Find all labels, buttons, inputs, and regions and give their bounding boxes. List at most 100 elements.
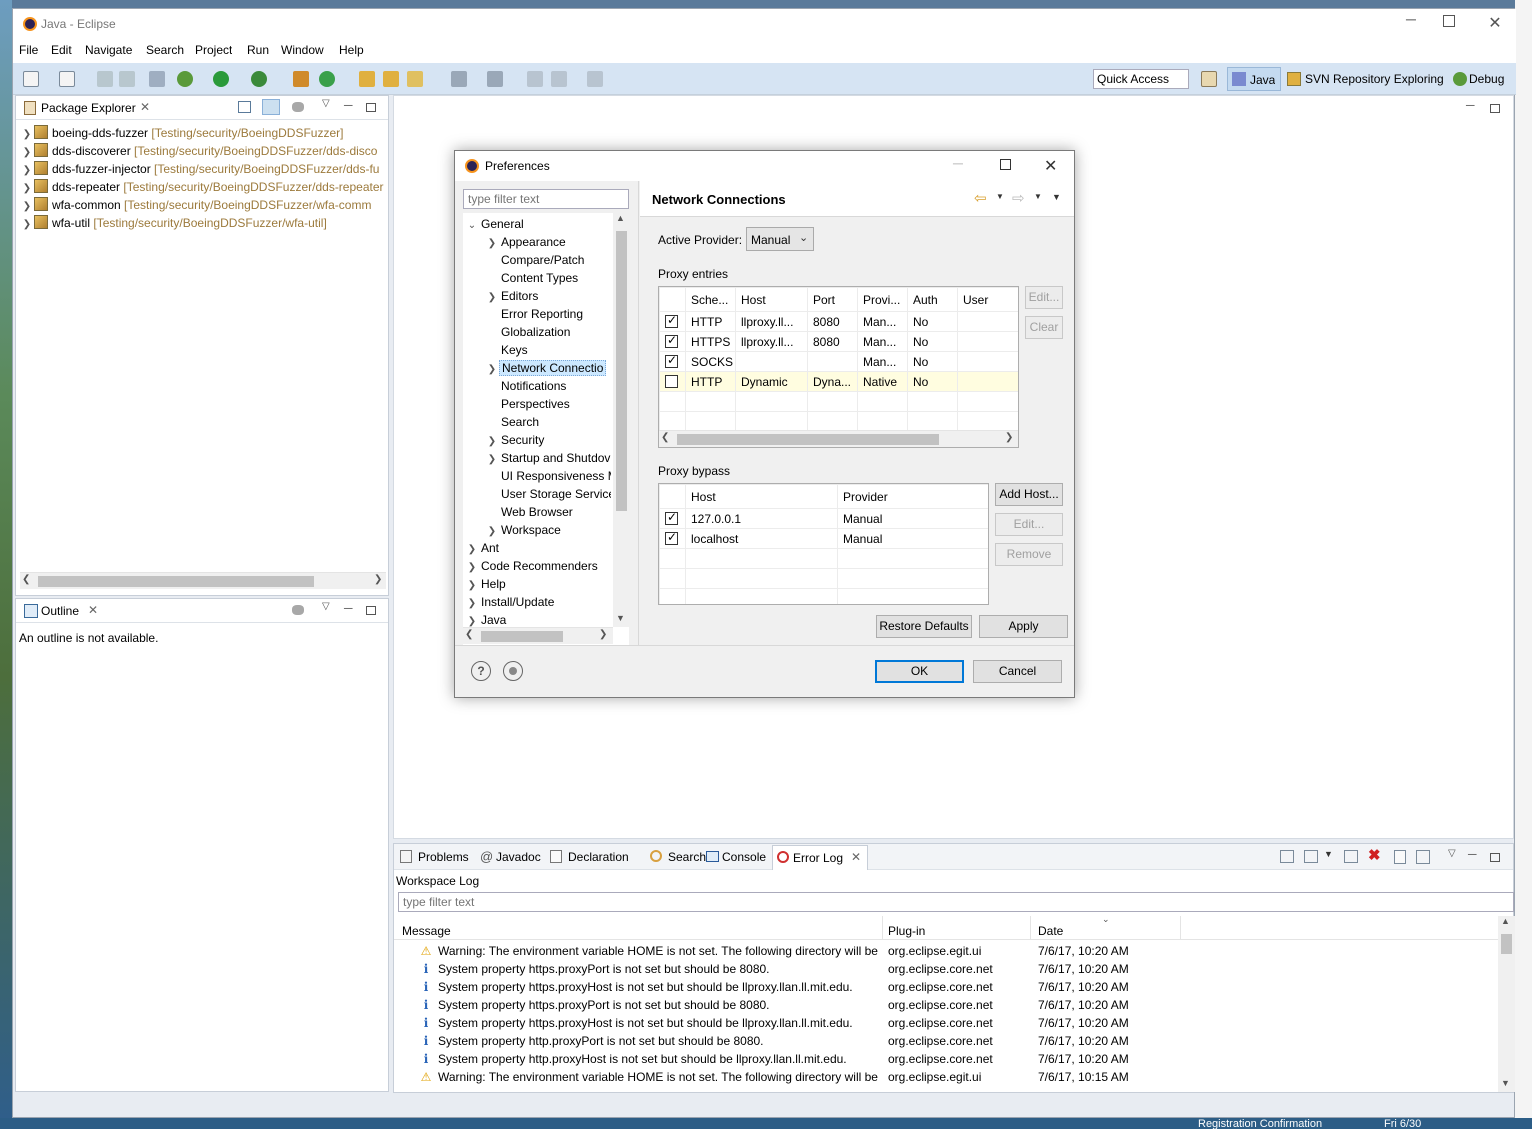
pref-tree-thumb[interactable] <box>616 231 627 511</box>
import-log-icon[interactable] <box>1304 850 1318 863</box>
project-item[interactable]: ❯ wfa-util [Testing/security/BoeingDDSFuz… <box>20 214 327 232</box>
pref-tree-item[interactable]: ❯ Appearance <box>485 233 568 251</box>
pref-tree-item[interactable]: ❯ Code Recommenders <box>465 557 600 575</box>
menu-project[interactable]: Project <box>195 43 232 57</box>
bypass-row[interactable]: 127.0.0.1Manual <box>659 508 988 529</box>
back-icon[interactable] <box>551 71 567 87</box>
col-plugin[interactable]: Plug-in <box>888 924 925 938</box>
menu-run[interactable]: Run <box>247 43 269 57</box>
focus-outline-icon[interactable] <box>292 605 304 615</box>
taskbar-item[interactable]: Registration Confirmation <box>1198 1118 1322 1129</box>
bottom-view-menu-icon[interactable]: ▽ <box>1448 848 1456 859</box>
tab-declaration[interactable]: Declaration <box>548 846 644 868</box>
proxy-scroll-thumb[interactable] <box>677 434 939 445</box>
focus-icon[interactable] <box>292 102 304 112</box>
proxy-row[interactable]: SOCKS Man...No <box>659 351 1018 372</box>
back-nav-icon[interactable]: ⇦ <box>974 189 987 207</box>
run-external-icon[interactable] <box>251 71 267 87</box>
menu-search[interactable]: Search <box>146 43 184 57</box>
pref-tree-item[interactable]: Content Types <box>485 269 580 287</box>
pref-scroll-up-icon[interactable]: ▲ <box>616 213 625 223</box>
col-user[interactable]: User <box>957 287 1018 312</box>
proxy-checkbox[interactable] <box>665 374 678 388</box>
pref-tree-item[interactable]: Keys <box>485 341 530 359</box>
pref-scroll-right-icon[interactable]: ❯ <box>599 629 607 640</box>
open-type-icon[interactable] <box>359 71 375 87</box>
log-row[interactable]: ⚠ Warning: The environment variable HOME … <box>394 942 1498 960</box>
forward-dropdown-icon[interactable]: ▼ <box>1034 192 1042 201</box>
outline-tab[interactable]: Outline ✕ <box>18 600 104 622</box>
scroll-right-icon[interactable]: ❯ <box>374 574 382 585</box>
prev-annotation-icon[interactable] <box>487 71 503 87</box>
log-row[interactable]: i System property http.proxyPort is not s… <box>394 1032 1498 1050</box>
tab-javadoc[interactable]: @ Javadoc <box>478 846 544 868</box>
export-log-icon[interactable] <box>1280 850 1294 863</box>
dialog-close-icon[interactable]: ✕ <box>1044 156 1057 176</box>
cancel-button[interactable]: Cancel <box>973 660 1062 683</box>
open-log-icon[interactable] <box>1394 850 1406 864</box>
remove-host-button[interactable]: Remove <box>995 543 1063 566</box>
svn-perspective-button[interactable]: SVN Repository Exploring <box>1285 67 1445 91</box>
new-class-icon[interactable] <box>319 71 335 87</box>
proxy-check-cell[interactable] <box>659 311 686 332</box>
outline-menu-icon[interactable]: ▽ <box>322 601 330 612</box>
col-date[interactable]: Date <box>1038 924 1063 938</box>
pref-tree-vscroll[interactable]: ▲ ▼ <box>613 213 630 627</box>
collapse-all-icon[interactable] <box>238 101 251 113</box>
pref-tree-item[interactable]: ❯ Editors <box>485 287 540 305</box>
pref-tree-item[interactable]: ⌄ General <box>465 215 526 233</box>
log-row[interactable]: i System property http.proxyHost is not s… <box>394 1050 1498 1068</box>
col-message[interactable]: Message <box>402 924 451 938</box>
log-filter-input[interactable] <box>398 892 1514 912</box>
pref-tree-item[interactable]: User Storage Service <box>485 485 611 503</box>
pref-tree-item[interactable]: Error Reporting <box>485 305 585 323</box>
pref-tree-item[interactable]: ❯ Install/Update <box>465 593 556 611</box>
pref-tree-item[interactable]: ❯ Startup and Shutdov <box>485 449 611 467</box>
restore-defaults-button[interactable]: Restore Defaults <box>876 615 972 638</box>
pref-tree-item[interactable]: ❯ Security <box>485 431 546 449</box>
scroll-up-icon[interactable]: ▲ <box>1501 916 1510 926</box>
close-outline-icon[interactable]: ✕ <box>88 603 98 617</box>
horizontal-scrollbar[interactable]: ❮ ❯ <box>20 572 386 589</box>
tab-problems[interactable]: Problems <box>396 846 472 868</box>
proxy-hscroll[interactable]: ❮ ❯ <box>659 430 1018 447</box>
tab-error-log[interactable]: Error Log ✕ <box>772 845 868 870</box>
expand-arrow-icon[interactable]: ❯ <box>20 216 34 234</box>
package-explorer-tab[interactable]: Package Explorer ✕ <box>18 97 158 119</box>
view-menu-icon[interactable]: ▽ <box>322 98 330 109</box>
project-item[interactable]: ❯ boeing-dds-fuzzer [Testing/security/Boe… <box>20 124 343 142</box>
pref-tree-item[interactable]: ❯ Network Connectio <box>485 359 607 377</box>
quick-access-input[interactable] <box>1093 69 1189 89</box>
active-provider-select[interactable]: Manual ⌄ <box>746 227 814 251</box>
tab-search[interactable]: Search <box>648 846 712 868</box>
log-vertical-scrollbar[interactable]: ▲ ▼ <box>1498 916 1515 1092</box>
edit-host-button[interactable]: Edit... <box>995 513 1063 536</box>
minimize-editor-icon[interactable]: ─ <box>1466 98 1475 112</box>
pref-scroll-down-icon[interactable]: ▼ <box>616 613 625 623</box>
project-item[interactable]: ❯ wfa-common [Testing/security/BoeingDDSF… <box>20 196 371 214</box>
minimize-bottom-icon[interactable]: ─ <box>1468 847 1477 861</box>
dialog-maximize-icon[interactable] <box>1000 159 1011 170</box>
pref-tree-item[interactable]: ❯ Workspace <box>485 521 563 539</box>
new-icon[interactable] <box>23 71 39 87</box>
proxy-check-cell[interactable] <box>659 331 686 352</box>
tab-console[interactable]: Console <box>704 846 770 868</box>
ok-button[interactable]: OK <box>875 660 964 683</box>
pref-tree-item[interactable]: ❯ Help <box>465 575 508 593</box>
import-export-icon[interactable] <box>503 661 523 681</box>
col-host[interactable]: Host <box>735 287 808 312</box>
pref-tree-item[interactable]: ❯ Java <box>465 611 508 627</box>
bypass-checkbox[interactable] <box>665 510 678 525</box>
close-error-log-icon[interactable]: ✕ <box>851 850 861 864</box>
next-annotation-icon[interactable] <box>451 71 467 87</box>
pref-tree-item[interactable]: Notifications <box>485 377 568 395</box>
pref-tree-item[interactable]: Search <box>485 413 541 431</box>
new-package-icon[interactable] <box>293 71 309 87</box>
java-perspective-button[interactable]: Java <box>1227 67 1281 91</box>
search-tool-icon[interactable] <box>407 71 423 87</box>
log-scroll-thumb[interactable] <box>1501 934 1512 954</box>
sash[interactable] <box>638 181 639 645</box>
proxy-row[interactable]: HTTP Dynamic Dyna... Native No <box>659 371 1018 392</box>
bypass-check-cell[interactable] <box>659 528 686 549</box>
pref-tree-item[interactable]: UI Responsiveness M <box>485 467 611 485</box>
